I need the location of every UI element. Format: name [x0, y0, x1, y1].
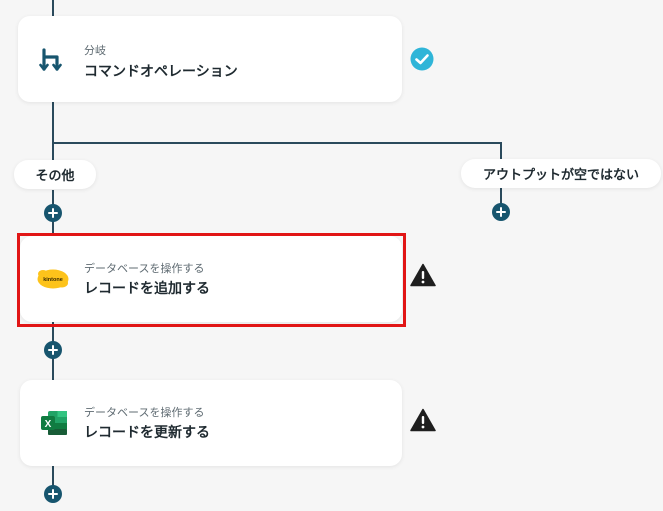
- branch-label-output-not-empty[interactable]: アウトプットが空ではない: [461, 159, 661, 188]
- step-card-update-record[interactable]: X データベースを操作する レコードを更新する: [20, 380, 402, 466]
- connector-branch-horizontal: [52, 142, 502, 144]
- step-sublabel: データベースを操作する: [84, 406, 205, 419]
- add-step-button-right-branch[interactable]: [492, 203, 510, 221]
- connector-main-trunk: [52, 102, 54, 162]
- check-complete-icon: [410, 47, 434, 71]
- plus-icon: [48, 489, 58, 499]
- plus-icon: [496, 207, 506, 217]
- branch-icon: [38, 46, 66, 74]
- step-title: レコードを更新する: [84, 425, 210, 441]
- plus-icon: [48, 208, 58, 218]
- warning-icon: [410, 263, 436, 287]
- branch-node-card[interactable]: 分岐 コマンドオペレーション: [18, 16, 402, 102]
- add-step-button[interactable]: [44, 341, 62, 359]
- excel-logo-text: X: [45, 419, 52, 430]
- warning-icon: [410, 408, 436, 432]
- excel-icon: X: [40, 409, 68, 437]
- add-step-button[interactable]: [44, 204, 62, 222]
- plus-icon: [48, 345, 58, 355]
- branch-label-other[interactable]: その他: [14, 160, 96, 189]
- branch-node-title: コマンドオペレーション: [84, 64, 238, 80]
- connector-branch-right-down: [500, 142, 502, 160]
- selection-highlight: [17, 233, 406, 327]
- branch-node-sublabel: 分岐: [84, 44, 106, 57]
- connector-top: [52, 0, 54, 16]
- add-step-button[interactable]: [44, 485, 62, 503]
